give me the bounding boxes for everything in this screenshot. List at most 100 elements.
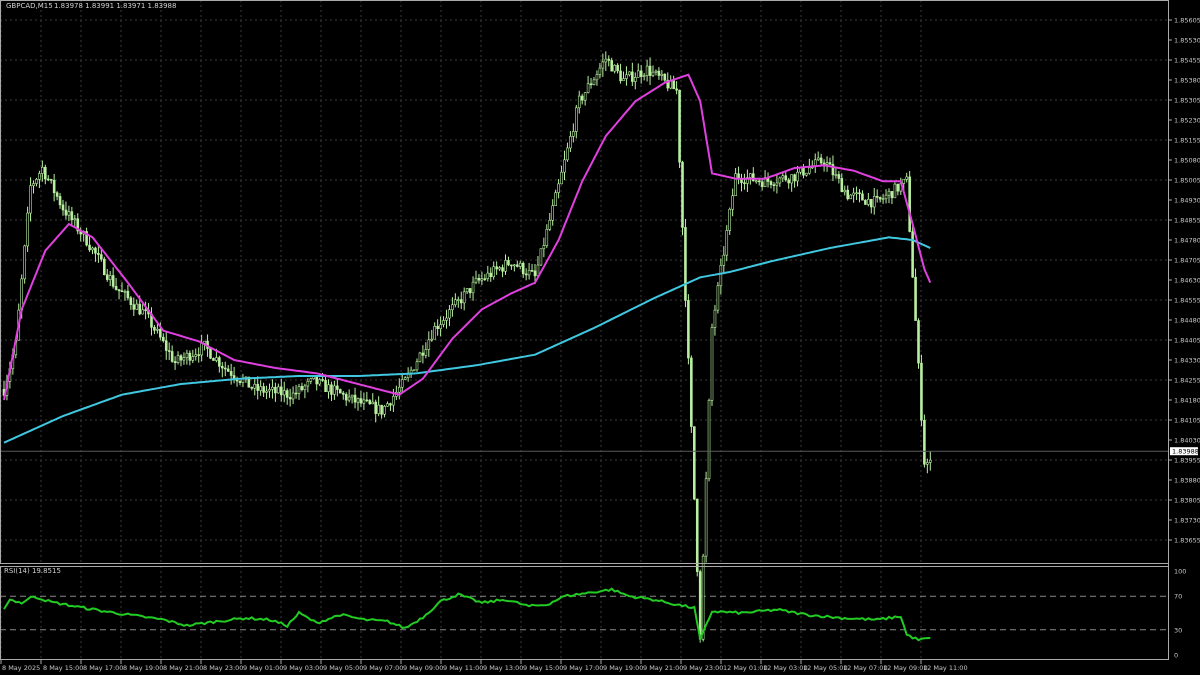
candle-body	[926, 462, 929, 465]
candle-body	[138, 303, 141, 315]
price-tick-label: 1.84780	[1174, 237, 1200, 245]
candle-body	[790, 174, 793, 184]
price-tick-label: 1.84930	[1174, 197, 1200, 205]
candle-body	[397, 387, 401, 393]
candle-body	[129, 297, 133, 305]
price-tick-label: 1.83655	[1174, 537, 1200, 545]
candle-body	[928, 459, 932, 463]
candle-body	[858, 192, 861, 195]
candle-body	[97, 252, 100, 255]
candle-body	[200, 342, 203, 356]
candle-body	[722, 254, 726, 266]
chart-window[interactable]: GBPCAD,M15 1.83978 1.83991 1.83971 1.839…	[0, 0, 1200, 675]
candle-body	[498, 267, 501, 270]
candle-body	[126, 290, 130, 299]
rsi-tick-label: 30	[1174, 626, 1182, 634]
candle-body	[681, 161, 684, 228]
candle-body	[468, 288, 472, 294]
candle-body	[533, 270, 537, 277]
candle-body	[631, 71, 634, 82]
price-tick-label: 1.85605	[1174, 17, 1200, 25]
candle-body	[439, 324, 442, 329]
candle-body	[412, 369, 416, 372]
candle-body	[704, 478, 708, 557]
candle-body	[625, 74, 628, 79]
price-tick-label: 1.84030	[1174, 437, 1200, 445]
candle-body	[179, 355, 183, 361]
price-tick-label: 1.85455	[1174, 57, 1200, 65]
candle-body	[628, 71, 631, 76]
time-tick-label: 8 May 2025	[2, 664, 40, 672]
candle-body	[400, 379, 404, 388]
candle-body	[834, 174, 838, 176]
candle-body	[73, 218, 77, 221]
candle-body	[893, 183, 897, 199]
price-tick-label: 1.84555	[1174, 297, 1200, 305]
candle-body	[336, 385, 339, 390]
current-price-value: 1.83988	[1172, 447, 1199, 455]
price-tick-label: 1.83955	[1174, 457, 1200, 465]
chart-symbol-label: GBPCAD,M15	[6, 2, 53, 10]
candle-body	[49, 179, 53, 181]
candle-body	[825, 162, 829, 165]
candle-body	[253, 383, 257, 389]
candle-body	[55, 192, 59, 197]
time-tick-label: 9 May 13:00	[483, 664, 523, 672]
candle-body	[707, 400, 711, 480]
candle-body	[749, 173, 752, 178]
candle-body	[495, 266, 498, 270]
price-tick-label: 1.84255	[1174, 377, 1200, 385]
candle-body	[580, 95, 584, 101]
candle-body	[135, 303, 139, 310]
candle-body	[560, 171, 563, 185]
candle-body	[427, 339, 431, 350]
candle-body	[846, 189, 850, 200]
time-tick-label: 9 May 01:00	[243, 664, 283, 672]
candle	[690, 355, 693, 433]
candle-body	[108, 275, 112, 280]
candle-body	[592, 79, 596, 85]
candle-body	[515, 264, 519, 267]
candle-body	[356, 398, 360, 403]
candle-body	[132, 304, 136, 310]
current-price-tag: 1.83988	[1170, 447, 1199, 455]
candle-body	[725, 230, 729, 256]
price-tick-label: 1.84480	[1174, 317, 1200, 325]
candle-body	[545, 229, 549, 246]
candle-body	[300, 386, 304, 391]
candle-body	[816, 157, 820, 161]
candle-body	[601, 61, 605, 69]
candle-body	[802, 167, 805, 176]
candle-body	[167, 350, 171, 352]
candle-body	[757, 180, 761, 183]
candle-body	[424, 349, 428, 356]
candle-body	[259, 386, 262, 391]
time-tick-label: 8 May 23:00	[203, 664, 243, 672]
candle-body	[527, 269, 531, 276]
candle-body	[875, 195, 879, 198]
candle-body	[586, 83, 590, 93]
candle-body	[262, 386, 265, 393]
candle-body	[159, 328, 162, 338]
candle-body	[265, 390, 268, 393]
candle-body	[731, 195, 734, 210]
time-tick-label: 9 May 03:00	[283, 664, 323, 672]
candle-body	[908, 176, 911, 232]
candle-body	[433, 325, 437, 340]
candle-body	[607, 58, 611, 61]
candle-body	[483, 278, 487, 280]
time-tick-label: 8 May 17:00	[83, 664, 123, 672]
candle-body	[256, 383, 260, 391]
candle-body	[91, 247, 94, 251]
candle	[923, 414, 926, 468]
price-tick-label: 1.85380	[1174, 77, 1200, 85]
candle-body	[67, 211, 71, 216]
candle-body	[347, 396, 351, 401]
candle-body	[734, 173, 737, 196]
candle-body	[194, 354, 198, 357]
candle-body	[923, 419, 926, 465]
candle-body	[890, 191, 894, 199]
candle-body	[589, 83, 593, 86]
candle-body	[250, 386, 254, 389]
candle-body	[32, 183, 35, 187]
